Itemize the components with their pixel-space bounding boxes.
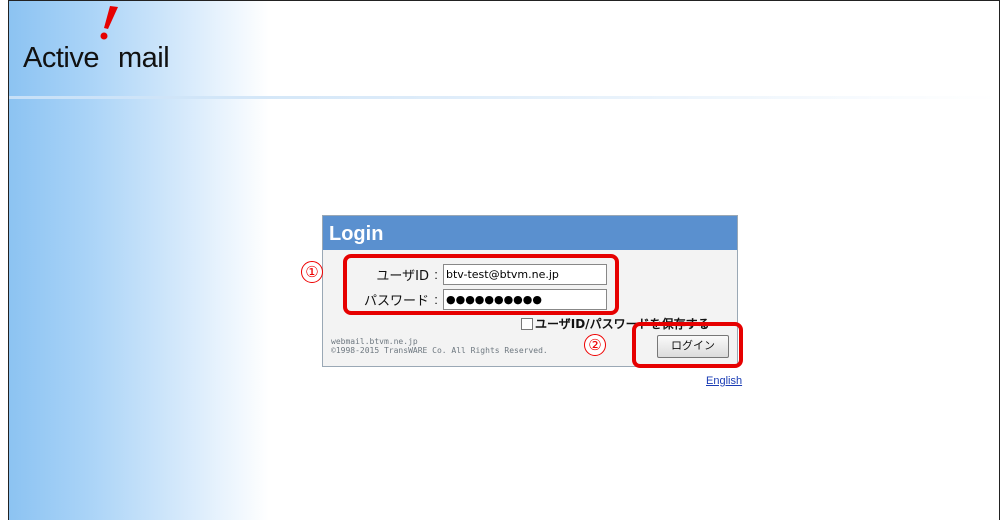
marker-2: ② xyxy=(584,334,606,356)
server-footer: webmail.btvm.ne.jp ©1998-2015 TransWARE … xyxy=(331,337,548,355)
logo-exclamation-icon xyxy=(99,6,118,67)
marker-1: ① xyxy=(301,261,323,283)
logo-text-left: Active xyxy=(23,42,99,74)
side-gradient xyxy=(9,1,269,520)
header-divider xyxy=(9,96,999,99)
activemail-logo: Active mail xyxy=(23,6,170,74)
save-credentials-checkbox[interactable] xyxy=(521,317,533,330)
english-language-link[interactable]: English xyxy=(706,375,742,387)
highlight-login-button xyxy=(632,322,743,368)
login-title: Login xyxy=(323,216,737,250)
highlight-credentials xyxy=(343,254,619,315)
logo-text-right: mail xyxy=(117,42,170,74)
copyright-text: ©1998-2015 TransWARE Co. All Rights Rese… xyxy=(331,346,548,355)
server-hostname: webmail.btvm.ne.jp xyxy=(331,337,418,346)
